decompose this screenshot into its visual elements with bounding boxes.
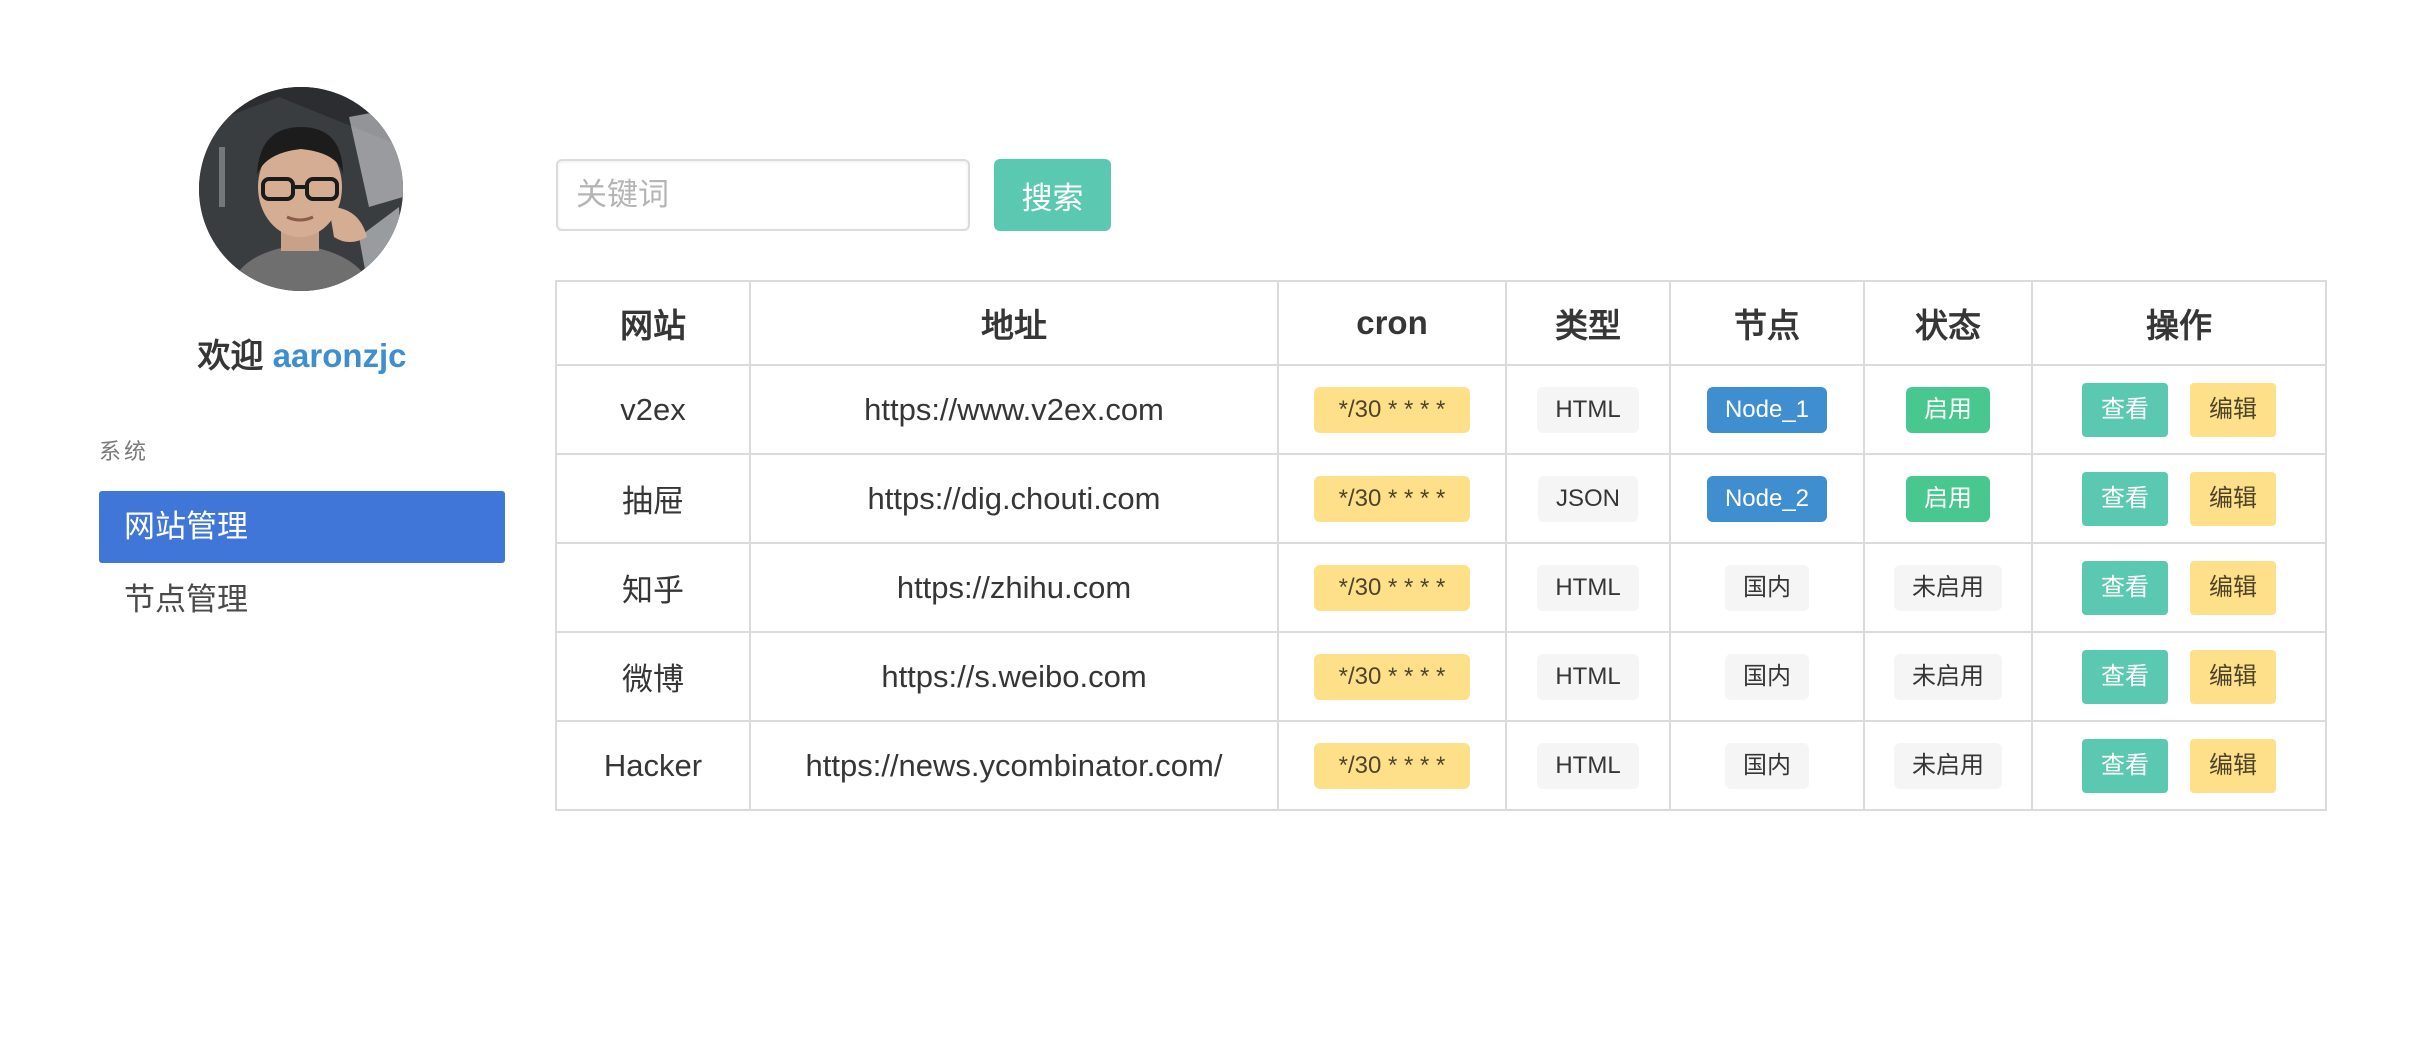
column-header-type: 类型 bbox=[1505, 280, 1671, 366]
node-tag: 国内 bbox=[1725, 653, 1809, 700]
cron-tag: */30 * * * * bbox=[1314, 653, 1470, 700]
column-header-ops: 操作 bbox=[2031, 280, 2327, 366]
status-badge: 未启用 bbox=[1894, 564, 2002, 611]
menu-label: 系统 bbox=[99, 439, 150, 464]
cell-status: 未启用 bbox=[1863, 542, 2033, 633]
cell-url: https://news.ycombinator.com/ bbox=[749, 720, 1279, 811]
view-button[interactable]: 查看 bbox=[2082, 649, 2168, 704]
view-button[interactable]: 查看 bbox=[2082, 382, 2168, 437]
welcome-message: 欢迎 aaronzjc bbox=[99, 336, 505, 376]
edit-button[interactable]: 编辑 bbox=[2190, 471, 2276, 526]
avatar-image bbox=[199, 87, 403, 291]
cell-cron: */30 * * * * bbox=[1277, 631, 1507, 722]
cell-cron: */30 * * * * bbox=[1277, 542, 1507, 633]
username: aaronzjc bbox=[272, 337, 407, 374]
view-button[interactable]: 查看 bbox=[2082, 738, 2168, 793]
cell-node: 国内 bbox=[1669, 631, 1865, 722]
cell-type: HTML bbox=[1505, 720, 1671, 811]
cell-node: Node_1 bbox=[1669, 364, 1865, 455]
column-header-url: 地址 bbox=[749, 280, 1279, 366]
cron-tag: */30 * * * * bbox=[1314, 742, 1470, 789]
status-badge: 启用 bbox=[1906, 386, 1990, 433]
cell-node: 国内 bbox=[1669, 720, 1865, 811]
cell-ops: 查看 编辑 bbox=[2031, 542, 2327, 633]
welcome-prefix: 欢迎 bbox=[197, 337, 264, 374]
cell-type: HTML bbox=[1505, 364, 1671, 455]
search-button[interactable]: 搜索 bbox=[994, 159, 1111, 231]
node-tag: Node_2 bbox=[1706, 475, 1828, 522]
cell-status: 启用 bbox=[1863, 364, 2033, 455]
status-badge: 未启用 bbox=[1894, 742, 2002, 789]
cell-cron: */30 * * * * bbox=[1277, 720, 1507, 811]
sidebar-item-node-management[interactable]: 节点管理 bbox=[99, 564, 505, 636]
type-tag: JSON bbox=[1537, 475, 1638, 522]
cron-tag: */30 * * * * bbox=[1314, 386, 1470, 433]
cell-type: HTML bbox=[1505, 631, 1671, 722]
cell-url: https://dig.chouti.com bbox=[749, 453, 1279, 544]
column-header-cron: cron bbox=[1277, 280, 1507, 366]
table-row: 知乎 https://zhihu.com */30 * * * * HTML 国… bbox=[555, 542, 2327, 633]
node-tag: Node_1 bbox=[1706, 386, 1828, 433]
cell-cron: */30 * * * * bbox=[1277, 364, 1507, 455]
column-header-node: 节点 bbox=[1669, 280, 1865, 366]
cell-node: 国内 bbox=[1669, 542, 1865, 633]
table-row: 微博 https://s.weibo.com */30 * * * * HTML… bbox=[555, 631, 2327, 722]
cron-tag: */30 * * * * bbox=[1314, 475, 1470, 522]
view-button[interactable]: 查看 bbox=[2082, 560, 2168, 615]
table-row: v2ex https://www.v2ex.com */30 * * * * H… bbox=[555, 364, 2327, 455]
table-row: Hacker https://news.ycombinator.com/ */3… bbox=[555, 720, 2327, 811]
status-badge: 启用 bbox=[1906, 475, 1990, 522]
avatar bbox=[199, 87, 403, 291]
type-tag: HTML bbox=[1537, 653, 1639, 700]
status-badge: 未启用 bbox=[1894, 653, 2002, 700]
cell-site: Hacker bbox=[555, 720, 751, 811]
cell-url: https://www.v2ex.com bbox=[749, 364, 1279, 455]
edit-button[interactable]: 编辑 bbox=[2190, 560, 2276, 615]
cell-url: https://zhihu.com bbox=[749, 542, 1279, 633]
table-row: 抽屉 https://dig.chouti.com */30 * * * * J… bbox=[555, 453, 2327, 544]
cell-ops: 查看 编辑 bbox=[2031, 453, 2327, 544]
column-header-status: 状态 bbox=[1863, 280, 2033, 366]
sidebar-item-site-management[interactable]: 网站管理 bbox=[99, 491, 505, 563]
edit-button[interactable]: 编辑 bbox=[2190, 382, 2276, 437]
search-input[interactable] bbox=[556, 159, 970, 231]
type-tag: HTML bbox=[1537, 742, 1639, 789]
page: 欢迎 aaronzjc 系统 网站管理 节点管理 搜索 网站 地址 cron 类… bbox=[0, 0, 2420, 1044]
cron-tag: */30 * * * * bbox=[1314, 564, 1470, 611]
cell-ops: 查看 编辑 bbox=[2031, 364, 2327, 455]
cell-ops: 查看 编辑 bbox=[2031, 631, 2327, 722]
type-tag: HTML bbox=[1537, 564, 1639, 611]
column-header-site: 网站 bbox=[555, 280, 751, 366]
cell-site: 微博 bbox=[555, 631, 751, 722]
cell-node: Node_2 bbox=[1669, 453, 1865, 544]
node-tag: 国内 bbox=[1725, 564, 1809, 611]
cell-site: 知乎 bbox=[555, 542, 751, 633]
cell-status: 启用 bbox=[1863, 453, 2033, 544]
sidebar-item-label: 网站管理 bbox=[124, 509, 248, 544]
cell-status: 未启用 bbox=[1863, 720, 2033, 811]
node-tag: 国内 bbox=[1725, 742, 1809, 789]
cell-ops: 查看 编辑 bbox=[2031, 720, 2327, 811]
cell-site: v2ex bbox=[555, 364, 751, 455]
cell-status: 未启用 bbox=[1863, 631, 2033, 722]
view-button[interactable]: 查看 bbox=[2082, 471, 2168, 526]
type-tag: HTML bbox=[1537, 386, 1639, 433]
cell-url: https://s.weibo.com bbox=[749, 631, 1279, 722]
edit-button[interactable]: 编辑 bbox=[2190, 649, 2276, 704]
edit-button[interactable]: 编辑 bbox=[2190, 738, 2276, 793]
cell-cron: */30 * * * * bbox=[1277, 453, 1507, 544]
sites-table: 网站 地址 cron 类型 节点 状态 操作 v2ex https://www.… bbox=[555, 280, 2327, 811]
sidebar-item-label: 节点管理 bbox=[124, 582, 248, 617]
cell-type: HTML bbox=[1505, 542, 1671, 633]
cell-site: 抽屉 bbox=[555, 453, 751, 544]
cell-type: JSON bbox=[1505, 453, 1671, 544]
table-header-row: 网站 地址 cron 类型 节点 状态 操作 bbox=[555, 280, 2327, 366]
